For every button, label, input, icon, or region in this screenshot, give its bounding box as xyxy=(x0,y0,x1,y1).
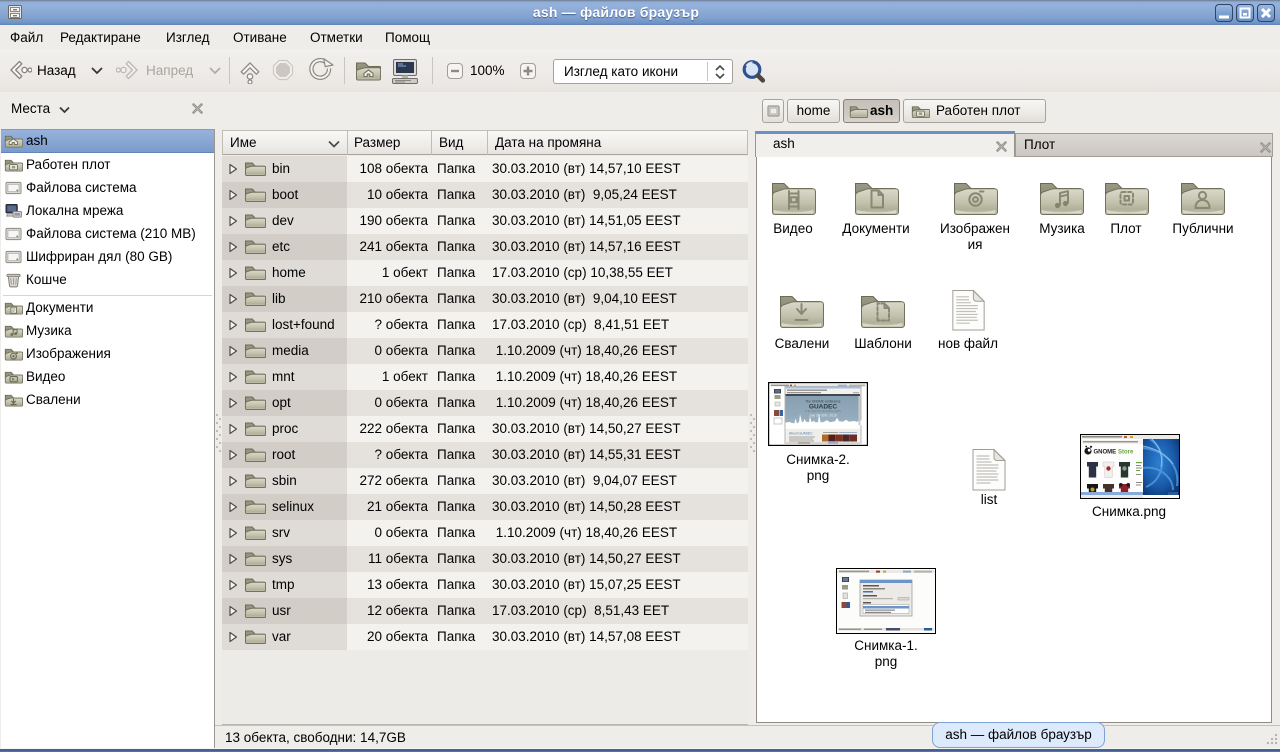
svg-text:July 24-30th, 2010: July 24-30th, 2010 xyxy=(809,414,837,418)
svg-text:THE HAGUE, NETHERLANDS: THE HAGUE, NETHERLANDS xyxy=(805,409,841,413)
svg-text:Store: Store xyxy=(1118,450,1134,456)
svg-text:About GUADEC: About GUADEC xyxy=(789,432,813,436)
svg-text:GNOME: GNOME xyxy=(1094,450,1117,456)
